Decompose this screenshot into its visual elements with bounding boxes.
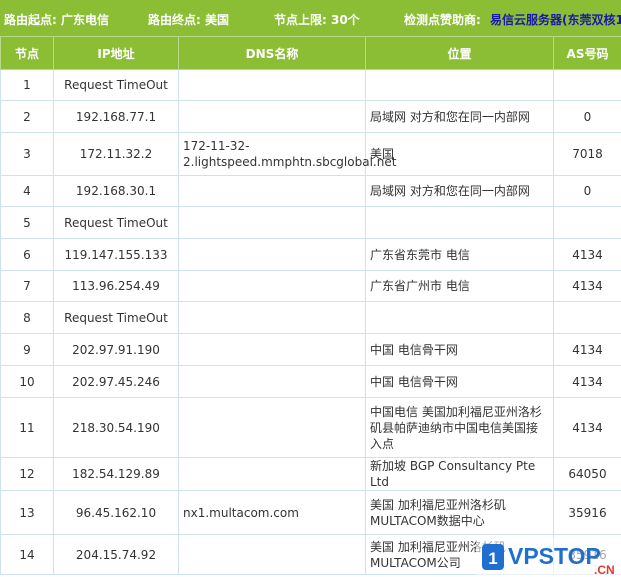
ip-cell: 182.54.129.89 [53, 457, 179, 491]
table-row: 11 218.30.54.190 中国电信 美国加利福尼亚州洛杉矶县帕萨迪纳市中国电… [0, 397, 621, 458]
traceroute-table: 节点 IP地址 DNS名称 位置 AS号码 1 Request TimeOut 2 1… [0, 36, 621, 575]
watermark-badge-text: 1 [488, 549, 497, 568]
hop-cell: 4 [0, 175, 54, 207]
as-cell: 7018 [553, 132, 621, 176]
dns-cell [178, 238, 366, 271]
location-cell: 中国电信 美国加利福尼亚州洛杉矶县帕萨迪纳市中国电信美国接入点 [365, 397, 554, 458]
dns-cell [178, 397, 366, 458]
as-cell: 4134 [553, 238, 621, 271]
dns-cell [178, 175, 366, 207]
table-row: 13 96.45.162.10 nx1.multacom.com 美国 加利福尼亚州洛… [0, 490, 621, 535]
watermark-suffix: .CN [594, 563, 615, 577]
hop-cell: 10 [0, 365, 54, 398]
dns-cell [178, 100, 366, 133]
table-row: 12 182.54.129.89 新加坡 BGP Consultancy Pte L… [0, 457, 621, 491]
column-header-location: 位置 [365, 36, 554, 70]
location-cell [365, 301, 554, 334]
dns-cell [178, 457, 366, 491]
as-cell: 0 [553, 175, 621, 207]
table-row: 3 172.11.32.2 172-11-32-2.lightspeed.mmpht… [0, 132, 621, 176]
ip-cell: 96.45.162.10 [53, 490, 179, 535]
hop-cell: 11 [0, 397, 54, 458]
location-cell [365, 206, 554, 239]
table-row: 1 Request TimeOut [0, 69, 621, 101]
as-cell: 4134 [553, 365, 621, 398]
location-cell: 中国 电信骨干网 [365, 333, 554, 366]
as-cell: 35916 [553, 490, 621, 535]
location-cell: 局域网 对方和您在同一内部网 [365, 175, 554, 207]
ip-cell: 172.11.32.2 [53, 132, 179, 176]
location-cell: 新加坡 BGP Consultancy Pte Ltd [365, 457, 554, 491]
ip-cell: 202.97.91.190 [53, 333, 179, 366]
as-cell [553, 301, 621, 334]
column-header-ip: IP地址 [53, 36, 179, 70]
ip-cell: Request TimeOut [53, 206, 179, 239]
table-row: 2 192.168.77.1 局域网 对方和您在同一内部网 0 [0, 100, 621, 133]
dns-cell [178, 534, 366, 575]
table-row: 4 192.168.30.1 局域网 对方和您在同一内部网 0 [0, 175, 621, 207]
ip-cell: 218.30.54.190 [53, 397, 179, 458]
table-row: 10 202.97.45.246 中国 电信骨干网 4134 [0, 365, 621, 398]
ip-cell: 192.168.77.1 [53, 100, 179, 133]
as-cell: 64050 [553, 457, 621, 491]
dns-cell [178, 69, 366, 101]
column-header-hop: 节点 [0, 36, 54, 70]
hop-cell: 5 [0, 206, 54, 239]
location-cell [365, 69, 554, 101]
as-cell [553, 69, 621, 101]
as-cell: 4134 [553, 397, 621, 458]
hop-cell: 1 [0, 69, 54, 101]
column-header-as: AS号码 [553, 36, 621, 70]
dns-cell [178, 301, 366, 334]
table-row: 7 113.96.254.49 广东省广州市 电信 4134 [0, 270, 621, 302]
route-dest-label: 路由终点: 美国 [148, 13, 229, 27]
ip-cell: 192.168.30.1 [53, 175, 179, 207]
hop-cell: 12 [0, 457, 54, 491]
vpstop-watermark: 1 VPSTOP .CN [476, 538, 621, 577]
ip-cell: Request TimeOut [53, 301, 179, 334]
location-cell: 中国 电信骨干网 [365, 365, 554, 398]
dns-cell [178, 206, 366, 239]
table-row: 8 Request TimeOut [0, 301, 621, 334]
trace-info-bar: 路由起点: 广东电信 路由终点: 美国 节点上限: 30个 检测点赞助商: 易信… [0, 0, 621, 36]
as-cell [553, 206, 621, 239]
hop-cell: 2 [0, 100, 54, 133]
hop-cell: 8 [0, 301, 54, 334]
location-cell: 局域网 对方和您在同一内部网 [365, 100, 554, 133]
hop-limit-label: 节点上限: 30个 [274, 13, 360, 27]
watermark-text: VPSTOP [508, 543, 601, 569]
table-row: 6 119.147.155.133 广东省东莞市 电信 4134 [0, 238, 621, 271]
table-row: 9 202.97.91.190 中国 电信骨干网 4134 [0, 333, 621, 366]
location-cell: 广东省东莞市 电信 [365, 238, 554, 271]
table-header-row: 节点 IP地址 DNS名称 位置 AS号码 [0, 36, 621, 70]
ip-cell: 119.147.155.133 [53, 238, 179, 271]
hop-cell: 6 [0, 238, 54, 271]
location-cell: 美国 加利福尼亚州洛杉矶MULTACOM数据中心 [365, 490, 554, 535]
sponsor-link[interactable]: 易信云服务器 [490, 11, 562, 28]
ip-cell: 113.96.254.49 [53, 270, 179, 302]
dns-cell [178, 333, 366, 366]
ip-cell: 204.15.74.92 [53, 534, 179, 575]
dns-cell [178, 270, 366, 302]
dns-cell [178, 365, 366, 398]
hop-cell: 3 [0, 132, 54, 176]
location-cell: 广东省广州市 电信 [365, 270, 554, 302]
hop-cell: 9 [0, 333, 54, 366]
route-source-label: 路由起点: 广东电信 [4, 13, 109, 27]
table-row: 5 Request TimeOut [0, 206, 621, 239]
hop-cell: 7 [0, 270, 54, 302]
dns-cell: nx1.multacom.com [178, 490, 366, 535]
as-cell: 4134 [553, 333, 621, 366]
ip-cell: Request TimeOut [53, 69, 179, 101]
as-cell: 4134 [553, 270, 621, 302]
dns-cell: 172-11-32-2.lightspeed.mmphtn.sbcglobal.… [178, 132, 396, 176]
location-cell: 美国 [365, 132, 554, 176]
hop-cell: 13 [0, 490, 54, 535]
sponsor-label: 检测点赞助商: [404, 13, 481, 27]
sponsor-suffix: (东莞双核1 [562, 13, 621, 27]
ip-cell: 202.97.45.246 [53, 365, 179, 398]
hop-cell: 14 [0, 534, 54, 575]
as-cell: 0 [553, 100, 621, 133]
column-header-dns: DNS名称 [178, 36, 366, 70]
